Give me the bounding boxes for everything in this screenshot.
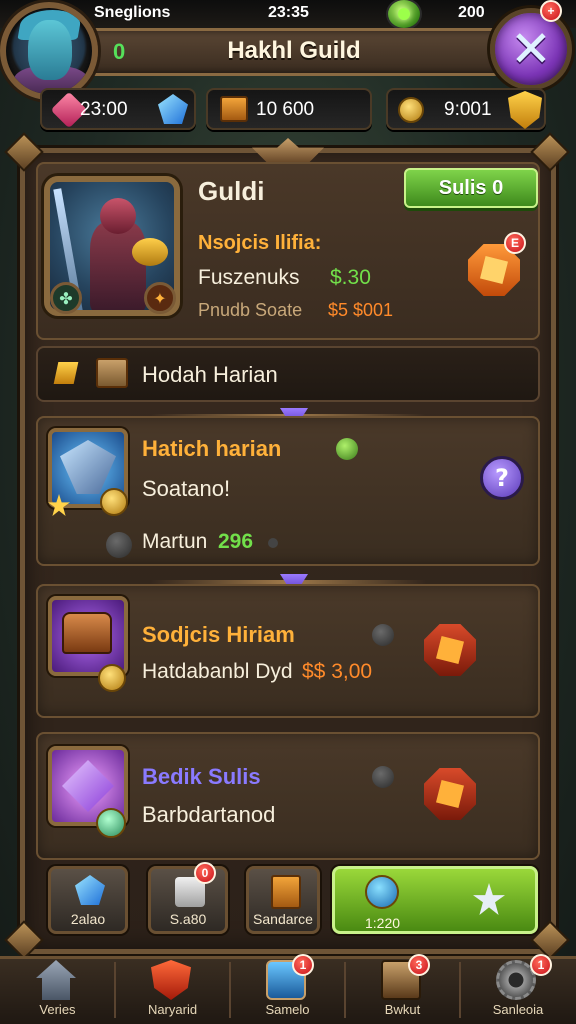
guild-shield-icon [151,960,191,1000]
slot-label: Sandarce [253,911,313,927]
card-title: Bedik Sulis [142,764,261,789]
nav-badge: 1 [292,954,314,976]
close-button[interactable]: ✕ [490,8,572,90]
currency-gems-value: 23:00 [80,99,128,120]
energy-gem-icon [386,0,422,30]
nav-item-home[interactable]: Veries [0,956,115,1024]
guild-line3-value: $5 $001 [328,300,394,320]
blue-crystal-icon [75,875,105,905]
nav-label: Bwkut [384,1002,421,1017]
status-right-text: 200 [458,4,485,21]
dot-icon [268,538,278,548]
slot-item[interactable]: Sandarce [246,866,320,934]
slot-label: S.a80 [169,911,207,927]
slot-item[interactable]: S.a80 [148,866,228,934]
nav-item-map[interactable]: Samelo [230,956,345,1024]
flame-icon: ✦ [144,282,176,314]
slot-label: 2alao [70,911,106,927]
card-subtitle-value: $$ 3,00 [302,660,373,683]
guild-line3-label: Pnudb Soate [198,300,303,320]
card-footer-label: Martun [142,530,208,553]
rock-icon [372,624,394,646]
nav-item-settings[interactable]: Sanleoia [460,956,576,1024]
guild-emblem-badge: E [504,232,526,254]
card-subtitle: Barbdartanod [142,802,276,827]
star-icon [473,883,505,915]
card-title: Hatich harian [142,436,282,461]
slot-label: 1:220 [365,915,401,931]
guild-line2-value: $.30 [330,266,371,289]
nav-item-book[interactable]: Bwkut [345,956,460,1024]
hero-body [90,222,146,310]
currency-coins[interactable]: 9:001 [386,88,546,130]
coin-icon [98,664,126,692]
header-plate: 0 Hakhl Guild [88,28,500,76]
guild-title: Guldi [198,176,265,206]
hero-shoulder [132,238,168,266]
orb-icon [365,875,399,909]
token-icon [96,808,126,838]
blue-crystal-icon [158,94,188,124]
leaf-icon: ✤ [50,282,82,314]
card-title: Sodjcis Hiriam [142,622,295,647]
gold-shield-icon [508,91,542,129]
status-left-text: Sneglions [94,4,171,21]
nav-label: Veries [39,1002,76,1017]
help-button[interactable]: ? [480,456,524,500]
nav-badge: 3 [408,954,430,976]
nav-label: Sanleoia [492,1002,544,1017]
card-subtitle: Soatano! [142,476,231,501]
guild-action-button[interactable]: Sulis 0 [404,168,538,208]
claim-icon [436,780,464,808]
page-title: Hakhl Guild [227,37,361,64]
claim-icon [436,636,464,664]
close-icon: ✕ [510,20,552,78]
nav-label: Samelo [265,1002,310,1017]
guild-line1: Nsojcis Ilifia: [198,232,322,254]
currency-crates[interactable]: 10 600 [206,88,372,130]
avatar-face [28,20,72,80]
box-icon [96,358,128,388]
card-footer-value: 296 [218,530,254,553]
section-label: Hodah Harian [142,362,278,387]
nav-item-guild[interactable]: Naryarid [115,956,230,1024]
chest-icon [271,875,301,909]
player-avatar[interactable] [0,2,98,100]
currency-crates-value: 10 600 [256,99,315,120]
card-subtitle: Hatdabanbl Dyd [142,660,293,683]
nav-label: Naryarid [147,1002,198,1017]
hero-head [100,198,136,234]
rock-icon [372,766,394,788]
currency-gems[interactable]: 23:00 [40,88,196,130]
close-badge: + [540,0,562,22]
green-gem-icon [336,438,358,460]
slot-item[interactable]: 2alao [48,866,128,934]
coin-icon [398,97,424,123]
guild-line2-label: Fuszenuks [198,266,300,289]
chest-icon [62,612,112,654]
slot-badge: 0 [194,862,216,884]
slot-featured[interactable]: 1:220 [332,866,538,934]
nav-badge: 1 [530,954,552,976]
emblem-icon [480,256,508,284]
crate-icon [220,96,248,122]
home-icon [36,960,76,1000]
rock-icon [106,532,132,558]
currency-coins-value: 9:001 [444,99,492,120]
coin-icon [100,488,128,516]
status-time: 23:35 [268,4,309,21]
